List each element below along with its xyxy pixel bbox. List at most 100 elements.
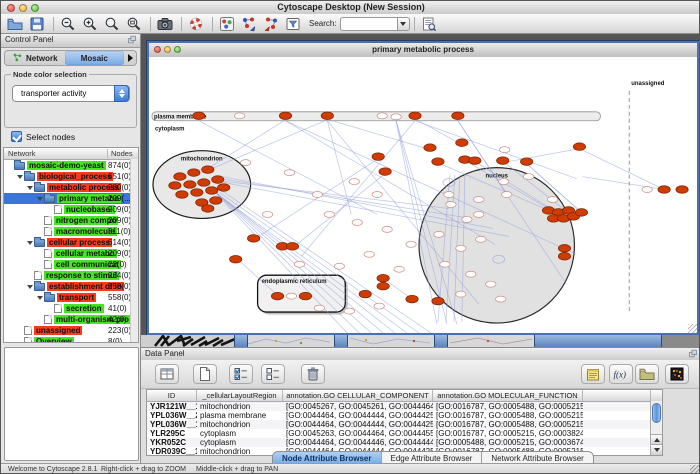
filter-button[interactable] xyxy=(283,15,303,33)
tree-row[interactable]: secretion41(0) xyxy=(4,303,138,314)
network-node-selected[interactable] xyxy=(218,184,230,192)
network-node-selected[interactable] xyxy=(279,112,291,120)
table-row[interactable]: YLR295Ccytoplasm[GO:0045263, GO:0044464,… xyxy=(147,429,662,438)
table-row[interactable]: YKR052Ccytoplasm[GO:0044464, GO:0044446,… xyxy=(147,438,662,447)
network-node[interactable] xyxy=(474,196,484,202)
tab-network[interactable]: Network xyxy=(5,51,65,65)
network-node[interactable] xyxy=(352,219,362,225)
window-titlebar[interactable]: Cytoscape Desktop (New Session) xyxy=(1,1,700,15)
table-scrollbar[interactable] xyxy=(650,401,662,455)
network-node[interactable] xyxy=(394,266,404,272)
network-node-selected[interactable] xyxy=(379,168,391,176)
network-node-selected[interactable] xyxy=(174,173,186,181)
disclosure-triangle-icon[interactable] xyxy=(36,296,44,300)
network-node-selected[interactable] xyxy=(558,245,570,253)
node-color-dropdown[interactable]: transporter activity xyxy=(12,85,130,102)
network-node-selected[interactable] xyxy=(176,191,188,199)
network-node-selected[interactable] xyxy=(198,179,210,187)
network-node-selected[interactable] xyxy=(452,112,464,120)
network-node-selected[interactable] xyxy=(406,295,418,303)
zoom-fit-button[interactable] xyxy=(124,15,144,33)
network-node[interactable] xyxy=(456,245,466,251)
network-edge[interactable] xyxy=(301,121,415,257)
help-button[interactable] xyxy=(186,15,206,33)
network-node-selected[interactable] xyxy=(193,112,205,120)
tree-row[interactable]: response to stimul264(0) xyxy=(4,270,138,281)
network-node[interactable] xyxy=(364,251,374,257)
dropdown-stepper-icon[interactable] xyxy=(114,85,129,102)
tree-row[interactable]: metabolic process280(0) xyxy=(4,182,138,193)
network-node-selected[interactable] xyxy=(520,158,532,166)
birds-eye-view[interactable] xyxy=(4,347,139,461)
network-node[interactable] xyxy=(240,160,250,166)
network-node-selected[interactable] xyxy=(202,205,214,213)
search-dropdown-button[interactable] xyxy=(397,17,410,31)
network-node[interactable] xyxy=(372,192,382,198)
network-node[interactable] xyxy=(474,211,484,217)
delete-attributes-button[interactable] xyxy=(301,364,325,384)
network-node-selected[interactable] xyxy=(377,274,389,282)
network-node-selected[interactable] xyxy=(202,166,214,174)
network-node-selected[interactable] xyxy=(299,292,311,300)
tree-row[interactable]: mosaic-demo-yeast874(0) xyxy=(4,160,138,171)
formula-button[interactable]: f(x) xyxy=(609,364,633,384)
network-window-titlebar[interactable]: primary metabolic process xyxy=(149,43,697,58)
network-node-selected[interactable] xyxy=(210,197,222,205)
network-node[interactable] xyxy=(262,211,272,217)
network-node[interactable] xyxy=(284,170,294,176)
vizmapper-button[interactable] xyxy=(217,15,237,33)
network-node-selected[interactable] xyxy=(169,182,181,190)
zoom-in-button[interactable] xyxy=(80,15,100,33)
select-nodes-checkbox[interactable] xyxy=(11,131,22,142)
network-node-selected[interactable] xyxy=(286,243,298,251)
select-nodes-tool-button[interactable] xyxy=(239,15,259,33)
float-panel-icon[interactable] xyxy=(127,35,137,44)
network-node-selected[interactable] xyxy=(573,143,585,151)
tree-row[interactable]: establishment of lo558(0) xyxy=(4,281,138,292)
tree-row[interactable]: multi-organism pro42(0) xyxy=(4,314,138,325)
network-node-selected[interactable] xyxy=(676,186,688,194)
network-node[interactable] xyxy=(502,192,512,198)
network-node[interactable] xyxy=(294,261,304,267)
tree-row[interactable]: cellular process614(0) xyxy=(4,237,138,248)
table-column-header[interactable]: annotation.GO CELLULAR_COMPONENT xyxy=(283,390,433,401)
network-node-selected[interactable] xyxy=(321,112,333,120)
network-node-selected[interactable] xyxy=(247,235,259,243)
open-folder-button[interactable] xyxy=(635,364,659,384)
tree-row[interactable]: biological_process651(0) xyxy=(4,171,138,182)
network-node[interactable] xyxy=(446,201,456,207)
network-node[interactable] xyxy=(547,196,557,202)
network-node-selected[interactable] xyxy=(184,181,196,189)
network-node-selected[interactable] xyxy=(424,144,436,152)
network-node[interactable] xyxy=(486,281,496,287)
network-node[interactable] xyxy=(286,293,296,299)
network-node-selected[interactable] xyxy=(432,297,444,305)
scroll-down-icon[interactable] xyxy=(651,444,662,455)
network-edge[interactable] xyxy=(503,149,580,163)
scrollbar-thumb[interactable] xyxy=(652,403,661,423)
zoom-selected-button[interactable] xyxy=(102,15,122,33)
network-node[interactable] xyxy=(476,236,486,242)
network-edge[interactable] xyxy=(329,120,430,150)
disclosure-triangle-icon[interactable] xyxy=(16,175,24,179)
network-node[interactable] xyxy=(377,113,387,119)
table-row[interactable]: YJR121W__1mitochondrion[GO:0045267, GO:0… xyxy=(147,402,662,411)
disclosure-triangle-icon[interactable] xyxy=(26,241,34,245)
network-node[interactable] xyxy=(444,192,454,198)
network-node-selected[interactable] xyxy=(372,153,384,161)
tree-row[interactable]: unassigned223(0) xyxy=(4,325,138,336)
network-node[interactable] xyxy=(523,174,533,180)
network-node-selected[interactable] xyxy=(658,186,670,194)
network-edge[interactable] xyxy=(579,149,664,190)
unselect-attributes-button[interactable] xyxy=(261,364,285,384)
table-column-header[interactable]: annotation.GO MOLECULAR_FUNCTION xyxy=(433,390,583,401)
network-node[interactable] xyxy=(434,231,444,237)
zoom-out-button[interactable] xyxy=(58,15,78,33)
tree-scrollbar[interactable] xyxy=(130,159,138,342)
network-edge[interactable] xyxy=(220,179,471,219)
disclosure-triangle-icon[interactable] xyxy=(26,285,34,289)
tree-row[interactable]: nitrogen compo209(0) xyxy=(4,215,138,226)
network-node[interactable] xyxy=(462,216,472,222)
search-input[interactable] xyxy=(340,17,397,31)
network-node[interactable] xyxy=(334,263,344,269)
